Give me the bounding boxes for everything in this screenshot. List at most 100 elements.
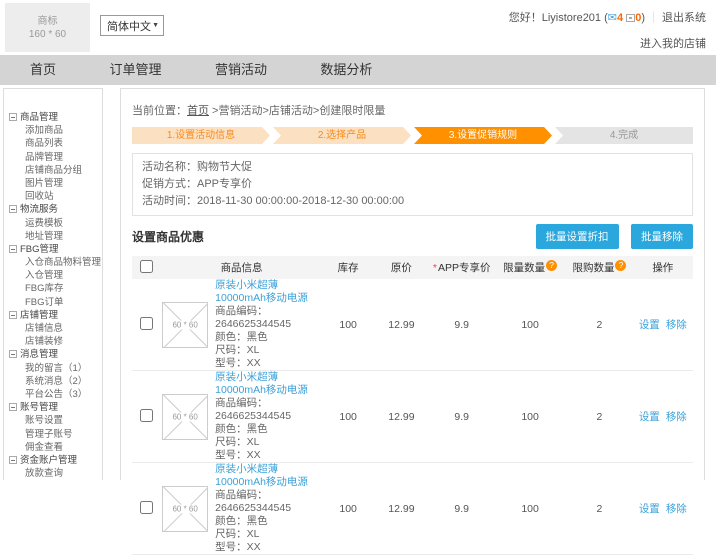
sidebar-item-account-settings[interactable]: 账号设置 [4, 414, 102, 427]
limit-qty-value: 100 [521, 502, 539, 515]
stock-value: 100 [339, 318, 357, 331]
product-title-link[interactable]: 原装小米超薄10000mAh移动电源 [215, 371, 323, 397]
sidebar-item-fbg-inbound[interactable]: 入仓管理 [4, 269, 102, 282]
product-color: 颜色：黑色 [215, 331, 268, 343]
enter-shop-link[interactable]: 进入我的店铺 [640, 38, 706, 50]
row-checkbox[interactable] [139, 500, 153, 514]
sidebar-section-account[interactable]: 账号管理 [20, 402, 58, 413]
table-row: 60 * 60 原装小米超薄10000mAh移动电源 商品编码：26466253… [132, 463, 693, 555]
collapse-icon[interactable] [9, 113, 17, 121]
language-select-value: 简体中文 [107, 20, 151, 33]
activity-time-row: 活动时间：2018-11-30 00:00:00-2018-12-30 00:0… [142, 193, 683, 210]
sidebar-item-sub-accounts[interactable]: 管理子账号 [4, 428, 102, 441]
remove-link[interactable]: 移除 [666, 319, 687, 331]
nav-item-analytics[interactable]: 数据分析 [320, 55, 372, 85]
greeting-text: 您好！ [508, 12, 542, 24]
nav-item-marketing[interactable]: 营销活动 [215, 55, 267, 85]
nav-item-orders[interactable]: 订单管理 [109, 55, 161, 85]
sidebar-item-fbg-stock[interactable]: FBG库存 [4, 282, 102, 295]
row-checkbox[interactable] [139, 408, 153, 422]
message-icon[interactable] [626, 14, 636, 22]
sidebar-item-shop-group[interactable]: 店铺商品分组 [4, 164, 102, 177]
sidebar-item-my-messages[interactable]: 我的留言（1） [4, 362, 102, 375]
activity-info-box: 活动名称：购物节大促 促销方式：APP专享价 活动时间：2018-11-30 0… [132, 153, 693, 216]
sidebar-section-message[interactable]: 消息管理 [20, 349, 58, 360]
collapse-icon[interactable] [9, 244, 17, 253]
sidebar-section-fbg[interactable]: FBG管理 [20, 244, 59, 255]
sidebar-item-shop-info[interactable]: 店铺信息 [4, 322, 102, 335]
stock-value: 100 [339, 502, 357, 515]
activity-method-value: APP专享价 [197, 178, 253, 190]
breadcrumb-home-link[interactable]: 首页 [187, 105, 209, 117]
sidebar-item-loan-query[interactable]: 放款查询 [4, 467, 102, 480]
collapse-icon[interactable] [9, 403, 17, 412]
collapse-icon[interactable] [9, 455, 17, 464]
select-all-checkbox[interactable] [139, 259, 153, 273]
sidebar-item-fbg-orders[interactable]: FBG订单 [4, 296, 102, 309]
sidebar-section-shop[interactable]: 店铺管理 [20, 310, 58, 321]
price-value: 12.99 [388, 318, 415, 331]
activity-method-row: 促销方式：APP专享价 [142, 176, 683, 193]
price-value: 12.99 [388, 502, 415, 515]
sidebar-item-brand[interactable]: 品牌管理 [4, 151, 102, 164]
col-stock: 库存 [337, 262, 359, 274]
mail-count[interactable]: 4 [617, 12, 623, 24]
main-panel: 当前位置：首页 >营销活动>店铺活动>创建限时限量 1.设置活动信息 2.选择产… [120, 88, 705, 555]
activity-time-value: 2018-11-30 00:00:00-2018-12-30 00:00:00 [197, 195, 405, 207]
sidebar-item-freight[interactable]: 运费模板 [4, 217, 102, 230]
app-price-value: 9.9 [454, 410, 470, 423]
logout-link[interactable]: 退出系统 [662, 12, 706, 24]
sidebar-item-recycle[interactable]: 回收站 [4, 190, 102, 203]
sidebar-item-add-goods[interactable]: 添加商品 [4, 124, 102, 137]
product-size: 尺码：XL [215, 436, 260, 448]
sidebar-section-funds[interactable]: 资金账户管理 [20, 455, 77, 466]
col-price: 原价 [390, 262, 412, 274]
sidebar-item-goods-list[interactable]: 商品列表 [4, 137, 102, 150]
set-link[interactable]: 设置 [639, 503, 660, 515]
product-size: 尺码：XL [215, 344, 260, 356]
sidebar-item-announcements[interactable]: 平台公告（3） [4, 388, 102, 401]
batch-buttons: 批量设置折扣 批量移除 [528, 224, 693, 249]
activity-method-label: 促销方式： [142, 178, 197, 190]
product-model: 型号：XX [215, 541, 261, 553]
step-4: 4.完成 [555, 127, 693, 144]
remove-link[interactable]: 移除 [666, 503, 687, 515]
batch-discount-button[interactable]: 批量设置折扣 [535, 224, 619, 249]
collapse-icon[interactable] [9, 310, 17, 319]
collapse-icon[interactable] [9, 350, 17, 359]
table-header-row: 商品信息 库存 原价 *APP专享价 限量数量? 限购数量? 操作 [132, 256, 693, 279]
set-link[interactable]: 设置 [639, 319, 660, 331]
purchase-limit-value: 2 [596, 502, 603, 515]
help-icon[interactable]: ? [615, 260, 627, 271]
sidebar-item-images[interactable]: 图片管理 [4, 177, 102, 190]
section-title: 设置商品优惠 [132, 230, 205, 244]
mail-icon[interactable]: ✉ [608, 12, 617, 24]
sidebar-item-address[interactable]: 地址管理 [4, 230, 102, 243]
product-code: 商品编码：2646625344545 [215, 305, 292, 330]
sidebar-item-commission[interactable]: 佣金查看 [4, 441, 102, 454]
step-1: 1.设置活动信息 [132, 127, 270, 144]
set-link[interactable]: 设置 [639, 411, 660, 423]
sidebar-item-shop-deco[interactable]: 店铺装修 [4, 335, 102, 348]
remove-link[interactable]: 移除 [666, 411, 687, 423]
collapse-icon[interactable] [9, 205, 17, 214]
limit-qty-value: 100 [521, 318, 539, 331]
logo-text-2: 160 * 60 [28, 28, 67, 40]
product-image-placeholder: 60 * 60 [162, 393, 209, 440]
product-title-link[interactable]: 原装小米超薄10000mAh移动电源 [215, 463, 323, 489]
help-icon[interactable]: ? [546, 260, 558, 271]
sidebar-item-sys-messages[interactable]: 系统消息（2） [4, 375, 102, 388]
batch-remove-button[interactable]: 批量移除 [631, 224, 693, 249]
product-title-link[interactable]: 原装小米超薄10000mAh移动电源 [215, 279, 323, 305]
sidebar-section-goods[interactable]: 商品管理 [20, 112, 58, 123]
sidebar-section-logistics[interactable]: 物流服务 [20, 204, 58, 215]
language-select[interactable]: 简体中文 ▼ [100, 15, 164, 36]
price-value: 12.99 [388, 410, 415, 423]
logo-placeholder: 商标 160 * 60 [5, 3, 90, 52]
row-checkbox[interactable] [139, 316, 153, 330]
nav-item-home[interactable]: 首页 [30, 55, 56, 85]
sidebar-item-fbg-material[interactable]: 入仓商品物料管理 [4, 256, 102, 269]
step-progress-bar: 1.设置活动信息 2.选择产品 3.设置促销规则 4.完成 [132, 127, 693, 144]
col-purchase-limit: 限购数量? [566, 256, 632, 279]
table-row: 60 * 60 原装小米超薄10000mAh移动电源 商品编码：26466253… [132, 279, 693, 371]
